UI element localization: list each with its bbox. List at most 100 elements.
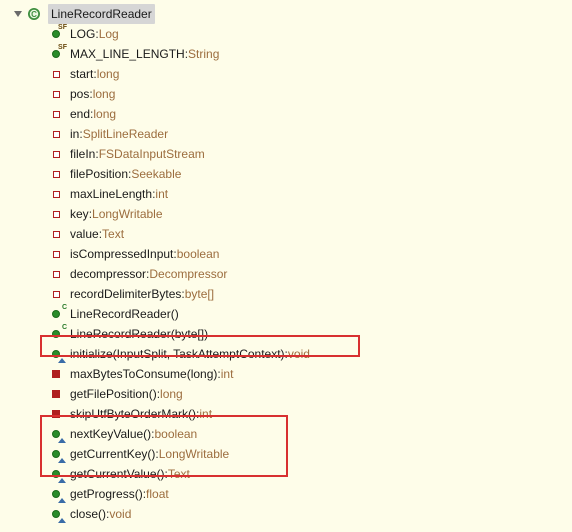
field-icon: [48, 226, 64, 242]
member-row[interactable]: start : long: [8, 64, 572, 84]
member-row[interactable]: fileIn : FSDataInputStream: [8, 144, 572, 164]
svg-text:C: C: [31, 10, 37, 19]
override-method-icon: [48, 466, 64, 482]
override-method-icon: [48, 426, 64, 442]
private-method-icon: [48, 366, 64, 382]
constructor-icon: C: [48, 326, 64, 342]
member-name: nextKeyValue(): [70, 424, 151, 444]
member-name: skipUtfByteOrderMark(): [70, 404, 196, 424]
member-type: float: [146, 484, 169, 504]
field-icon: [48, 106, 64, 122]
member-row[interactable]: recordDelimiterBytes : byte[]: [8, 284, 572, 304]
member-row[interactable]: maxBytesToConsume(long) : int: [8, 364, 572, 384]
member-name: MAX_LINE_LENGTH: [70, 44, 185, 64]
class-row[interactable]: C LineRecordReader: [8, 4, 572, 24]
member-name: LOG: [70, 24, 95, 44]
member-type: long: [97, 64, 120, 84]
member-name: filePosition: [70, 164, 128, 184]
member-row[interactable]: in : SplitLineReader: [8, 124, 572, 144]
member-name: isCompressedInput: [70, 244, 173, 264]
constructor-icon: C: [48, 306, 64, 322]
member-name: getCurrentKey(): [70, 444, 155, 464]
member-type: SplitLineReader: [83, 124, 168, 144]
member-row[interactable]: end : long: [8, 104, 572, 124]
member-row[interactable]: C LineRecordReader(byte[]): [8, 324, 572, 344]
member-name: pos: [70, 84, 89, 104]
member-row[interactable]: getCurrentValue() : Text: [8, 464, 572, 484]
member-row[interactable]: maxLineLength : int: [8, 184, 572, 204]
member-row[interactable]: key : LongWritable: [8, 204, 572, 224]
field-icon: [48, 86, 64, 102]
member-type: void: [109, 504, 131, 524]
member-row[interactable]: decompressor : Decompressor: [8, 264, 572, 284]
member-type: Text: [102, 224, 124, 244]
member-name: start: [70, 64, 93, 84]
field-icon: [48, 146, 64, 162]
member-name: fileIn: [70, 144, 95, 164]
member-name: LineRecordReader(): [70, 304, 179, 324]
member-row[interactable]: value : Text: [8, 224, 572, 244]
override-method-icon: [48, 346, 64, 362]
override-method-icon: [48, 486, 64, 502]
member-type: long: [160, 384, 183, 404]
member-type: long: [93, 84, 116, 104]
member-row[interactable]: C LineRecordReader(): [8, 304, 572, 324]
field-icon: [48, 206, 64, 222]
field-icon: [48, 126, 64, 142]
member-name: maxLineLength: [70, 184, 152, 204]
member-type: int: [221, 364, 234, 384]
member-name: end: [70, 104, 90, 124]
member-row[interactable]: getProgress() : float: [8, 484, 572, 504]
member-name: key: [70, 204, 89, 224]
field-icon: [48, 286, 64, 302]
field-icon: [48, 166, 64, 182]
override-method-icon: [48, 446, 64, 462]
member-type: Seekable: [131, 164, 181, 184]
field-icon: [48, 66, 64, 82]
member-type: Decompressor: [149, 264, 227, 284]
member-type: boolean: [177, 244, 220, 264]
member-row[interactable]: getCurrentKey() : LongWritable: [8, 444, 572, 464]
members-container: SFLOG : LogSFMAX_LINE_LENGTH : Stringsta…: [8, 24, 572, 524]
member-type: long: [93, 104, 116, 124]
class-name: LineRecordReader: [48, 4, 155, 24]
member-row[interactable]: pos : long: [8, 84, 572, 104]
member-row[interactable]: initialize(InputSplit, TaskAttemptContex…: [8, 344, 572, 364]
member-name: LineRecordReader(byte[]): [70, 324, 208, 344]
member-name: maxBytesToConsume(long): [70, 364, 217, 384]
member-type: Text: [168, 464, 190, 484]
member-name: decompressor: [70, 264, 146, 284]
static-field-icon: SF: [48, 26, 64, 42]
member-type: FSDataInputStream: [99, 144, 205, 164]
expander-icon[interactable]: [12, 8, 24, 20]
member-name: close(): [70, 504, 106, 524]
member-row[interactable]: close() : void: [8, 504, 572, 524]
member-row[interactable]: skipUtfByteOrderMark() : int: [8, 404, 572, 424]
member-type: void: [288, 344, 310, 364]
static-field-icon: SF: [48, 46, 64, 62]
member-type: boolean: [155, 424, 198, 444]
member-name: recordDelimiterBytes: [70, 284, 181, 304]
member-type: int: [199, 404, 212, 424]
field-icon: [48, 186, 64, 202]
member-row[interactable]: SFMAX_LINE_LENGTH : String: [8, 44, 572, 64]
member-type: Log: [99, 24, 119, 44]
member-type: LongWritable: [92, 204, 163, 224]
class-icon: C: [26, 6, 42, 22]
member-name: getCurrentValue(): [70, 464, 165, 484]
member-name: in: [70, 124, 79, 144]
private-method-icon: [48, 406, 64, 422]
member-row[interactable]: nextKeyValue() : boolean: [8, 424, 572, 444]
member-name: getFilePosition(): [70, 384, 157, 404]
member-type: byte[]: [185, 284, 214, 304]
member-name: initialize(InputSplit, TaskAttemptContex…: [70, 344, 285, 364]
member-row[interactable]: isCompressedInput : boolean: [8, 244, 572, 264]
private-method-icon: [48, 386, 64, 402]
member-row[interactable]: SFLOG : Log: [8, 24, 572, 44]
field-icon: [48, 266, 64, 282]
member-row[interactable]: filePosition : Seekable: [8, 164, 572, 184]
field-icon: [48, 246, 64, 262]
member-type: LongWritable: [159, 444, 230, 464]
member-row[interactable]: getFilePosition() : long: [8, 384, 572, 404]
member-name: getProgress(): [70, 484, 143, 504]
